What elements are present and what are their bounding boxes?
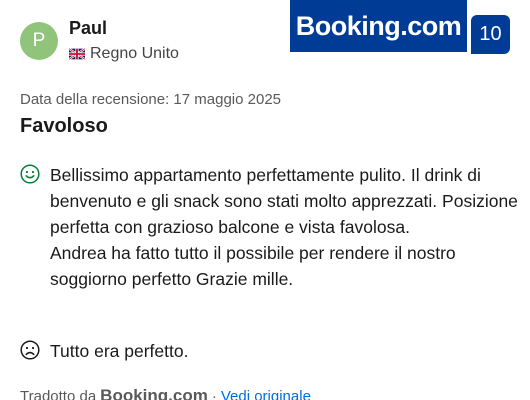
translation-prefix: Tradotto da <box>20 388 97 400</box>
frown-icon <box>20 340 40 360</box>
smile-icon <box>20 164 40 184</box>
booking-logo: Booking.com <box>290 0 467 52</box>
country-name: Regno Unito <box>90 45 179 62</box>
score-badge: 10 <box>471 15 510 54</box>
review-title: Favoloso <box>20 115 108 137</box>
translation-brand: Booking.com <box>100 386 208 400</box>
positive-comment: Bellissimo appartamento perfettamente pu… <box>50 165 518 289</box>
avatar: P <box>20 22 58 60</box>
reviewer-name: Paul <box>69 18 108 38</box>
booking-logo-text: Booking.com <box>295 10 462 41</box>
see-original-link[interactable]: Vedi originale <box>221 388 311 400</box>
review-card: P Paul Regno Unito Booking.com 10 Data d… <box>0 0 530 400</box>
review-date: Data della recensione: 17 maggio 2025 <box>20 91 282 108</box>
avatar-initial: P <box>32 30 46 51</box>
negative-comment: Tutto era perfetto. <box>50 341 189 361</box>
uk-flag-icon <box>69 48 85 60</box>
translation-separator: · <box>211 388 217 400</box>
translation-note: Tradotto da Booking.com · Vedi originale <box>20 386 311 400</box>
reviewer-country: Regno Unito <box>69 45 179 63</box>
